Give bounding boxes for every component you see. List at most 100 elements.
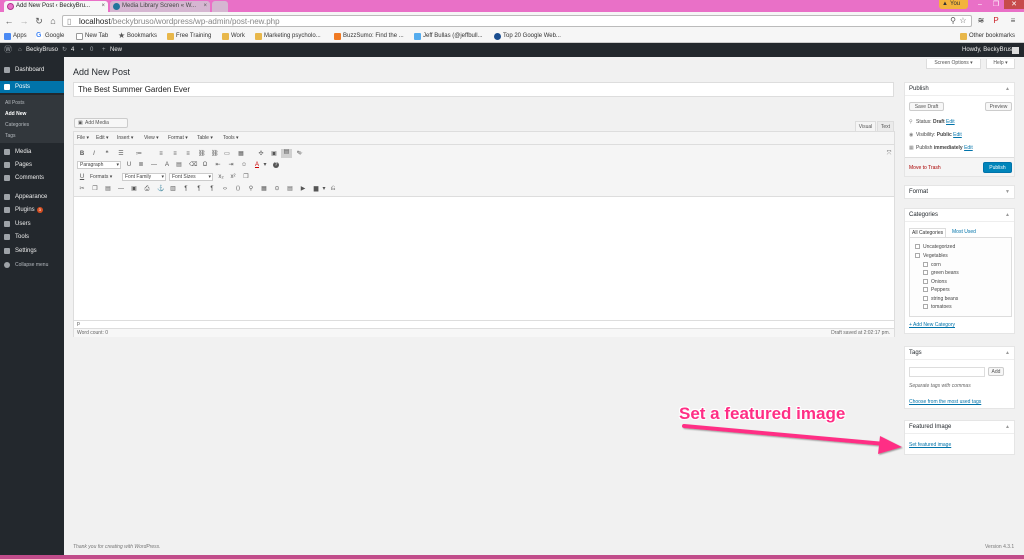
post-title-input[interactable]: The Best Summer Garden Ever	[73, 82, 894, 97]
paste-text-icon[interactable]: ▤	[176, 162, 182, 168]
visibility-edit-link[interactable]: Edit	[953, 132, 962, 138]
image-icon[interactable]: ▣	[131, 186, 137, 192]
bookmark-free-training[interactable]: Free Training	[167, 32, 211, 41]
bookmark-other[interactable]: Other bookmarks	[960, 32, 1015, 41]
copy-icon[interactable]: ❐	[92, 186, 98, 192]
bookmark-buzzsumo[interactable]: BuzzSumo: Find the ...	[334, 32, 404, 41]
font-size-select[interactable]: Font Sizes ▾	[169, 173, 213, 181]
collapse-menu-button[interactable]: Collapse menu	[0, 259, 64, 271]
preview-button[interactable]: Preview	[985, 102, 1012, 111]
horizontal-rule-icon[interactable]: —	[118, 186, 124, 192]
media-icon[interactable]: ▣	[271, 151, 277, 157]
paste-icon[interactable]: ▤	[105, 186, 111, 192]
help-icon[interactable]: ?	[273, 162, 279, 168]
numbered-list-icon[interactable]: ≔	[136, 151, 142, 157]
category-tomatoes[interactable]: tomatoes	[923, 304, 952, 310]
format-box-header[interactable]: Format ▼	[905, 186, 1014, 199]
help-button[interactable]: Help ▾	[986, 59, 1015, 69]
more-tag-icon[interactable]: ▭	[224, 151, 230, 157]
unlink-icon[interactable]: ⛓	[211, 151, 219, 157]
submenu-tags[interactable]: Tags	[5, 133, 16, 139]
cut-icon[interactable]: ✂	[79, 186, 85, 192]
profile-badge[interactable]: ▲ You	[939, 0, 968, 9]
minimize-button[interactable]: –	[972, 0, 988, 9]
align-left-icon[interactable]: ≡	[158, 151, 164, 157]
distraction-free-icon[interactable]: ✎	[296, 151, 302, 157]
bookmark-apps[interactable]: Apps	[4, 32, 27, 41]
fullscreen-icon[interactable]: ✣	[258, 151, 264, 157]
publish-box-header[interactable]: Publish ▲	[905, 83, 1014, 96]
sidebar-item-users[interactable]: Users	[0, 218, 64, 230]
choose-tags-link[interactable]: Choose from the most used tags	[909, 399, 981, 405]
sidebar-item-tools[interactable]: Tools	[0, 231, 64, 243]
tab-most-used[interactable]: Most Used	[950, 228, 978, 237]
chevron-down-icon[interactable]: ▾	[321, 186, 327, 192]
font-color-icon[interactable]: A	[254, 162, 260, 168]
sidebar-item-pages[interactable]: Pages	[0, 159, 64, 171]
bookmark-new-tab[interactable]: New Tab	[76, 32, 108, 41]
category-onions[interactable]: Onions	[923, 279, 947, 285]
close-icon[interactable]: ×	[203, 1, 207, 12]
submenu-categories[interactable]: Categories	[5, 122, 29, 128]
insert-time-icon[interactable]: ⊙	[274, 186, 280, 192]
indent-icon[interactable]: ⇥	[228, 162, 234, 168]
page-break-icon[interactable]: ▥	[170, 186, 176, 192]
tab-visual[interactable]: Visual	[855, 121, 876, 131]
status-edit-link[interactable]: Edit	[946, 119, 955, 125]
chevron-up-icon[interactable]: ▲	[1005, 209, 1010, 222]
category-green-beans[interactable]: green beans	[923, 270, 959, 276]
restore-draft-icon[interactable]: ⎌	[330, 186, 336, 192]
site-name-link[interactable]: BeckyBruso	[26, 43, 58, 57]
visual-aids-icon[interactable]: ▦	[261, 186, 267, 192]
tag-input[interactable]	[909, 367, 985, 377]
bookmark-bookmarks[interactable]: ★ Bookmarks	[118, 32, 157, 41]
close-icon[interactable]: ×	[101, 1, 105, 12]
checkbox[interactable]	[923, 279, 928, 284]
sidebar-item-media[interactable]: Media	[0, 146, 64, 158]
link-icon[interactable]: ⛓	[198, 151, 206, 157]
bullet-list-icon[interactable]: ☰	[118, 151, 124, 157]
forward-icon[interactable]: →	[19, 16, 29, 26]
tab-all-categories[interactable]: All Categories	[909, 228, 947, 237]
set-featured-image-link[interactable]: Set featured image	[909, 442, 951, 448]
close-window-button[interactable]: ✕	[1004, 0, 1024, 9]
buffer-extension-icon[interactable]: ≋	[976, 16, 986, 26]
schedule-edit-link[interactable]: Edit	[964, 145, 973, 151]
justify-icon[interactable]: ≣	[138, 162, 144, 168]
anchor-icon[interactable]: ⚓	[157, 186, 164, 192]
sidebar-item-posts[interactable]: Posts	[0, 81, 64, 93]
wordpress-logo-icon[interactable]: Ⓦ	[4, 43, 12, 57]
align-center-icon[interactable]: ≡	[172, 151, 178, 157]
table-icon[interactable]: ▦	[238, 151, 244, 157]
align-right-icon[interactable]: ≡	[185, 151, 191, 157]
comments-count[interactable]: 0	[90, 43, 93, 57]
reload-icon[interactable]: ↻	[34, 16, 44, 26]
add-new-category-link[interactable]: + Add New Category	[909, 322, 955, 328]
updates-count[interactable]: 4	[71, 43, 74, 57]
bookmark-marketing[interactable]: Marketing psycholo...	[255, 32, 321, 41]
menu-insert[interactable]: Insert ▾	[117, 135, 133, 141]
background-color-icon[interactable]: ▆	[313, 186, 319, 192]
bookmark-top-20[interactable]: Top 20 Google Web...	[494, 32, 561, 41]
bookmark-work[interactable]: Work	[222, 32, 245, 41]
menu-edit[interactable]: Edit ▾	[96, 135, 109, 141]
new-content-link[interactable]: New	[110, 43, 122, 57]
checkbox[interactable]	[923, 287, 928, 292]
search-icon[interactable]: ⚲	[948, 16, 958, 26]
copy-icon[interactable]: ❐	[243, 174, 249, 180]
tab-add-new-post[interactable]: Add New Post ‹ BeckyBru... ×	[4, 1, 108, 12]
categories-box-header[interactable]: Categories ▲	[905, 209, 1014, 222]
pinterest-extension-icon[interactable]: P	[991, 16, 1001, 26]
menu-icon[interactable]: ≡	[1008, 16, 1018, 26]
home-icon[interactable]: ⌂	[48, 16, 58, 26]
horizontal-line-icon[interactable]: —	[151, 162, 157, 168]
menu-file[interactable]: File ▾	[77, 135, 89, 141]
bookmark-google[interactable]: G Google	[36, 32, 64, 41]
chevron-down-icon[interactable]: ▼	[1005, 186, 1010, 199]
add-tag-button[interactable]: Add	[988, 367, 1004, 376]
rtl-icon[interactable]: ¶	[196, 186, 202, 192]
sidebar-item-dashboard[interactable]: Dashboard	[0, 64, 64, 76]
print-icon[interactable]: ⎙	[144, 186, 150, 192]
category-corn[interactable]: corn	[923, 262, 941, 268]
path-tag[interactable]: p	[77, 321, 80, 327]
